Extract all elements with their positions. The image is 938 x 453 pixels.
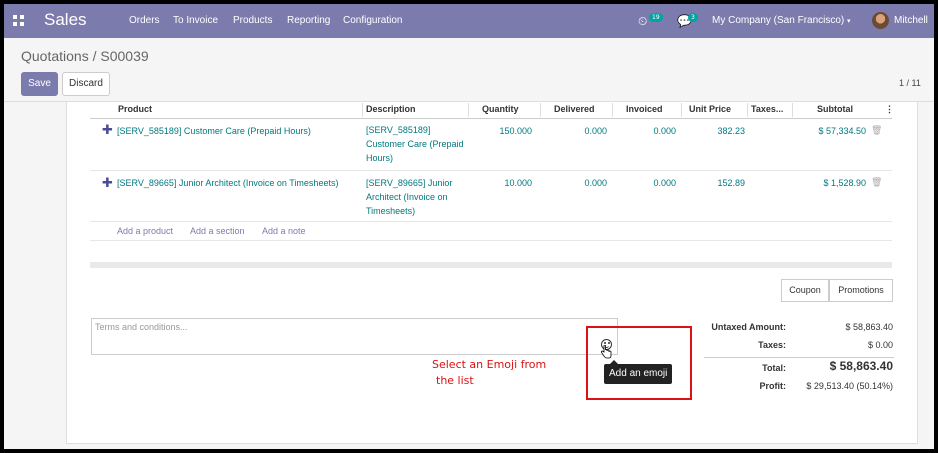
app-name[interactable]: Sales xyxy=(44,10,87,30)
annotation-text-line1: Select an Emoji from xyxy=(432,358,547,371)
top-navbar: Sales Orders To Invoice Products Reporti… xyxy=(4,4,934,38)
company-switcher[interactable]: My Company (San Francisco) ▾ xyxy=(712,15,851,26)
caret-down-icon: ▾ xyxy=(847,18,851,25)
apps-menu-icon[interactable] xyxy=(13,15,25,27)
discard-button[interactable]: Discard xyxy=(62,72,110,96)
col-header-quantity[interactable]: Quantity xyxy=(482,104,519,114)
row-quantity[interactable]: 150.000 xyxy=(474,126,532,136)
row-invoiced: 0.000 xyxy=(653,126,676,136)
company-name: My Company (San Francisco) xyxy=(712,15,845,26)
menu-to-invoice[interactable]: To Invoice xyxy=(173,15,218,26)
drag-handle-icon[interactable]: ✚ xyxy=(102,176,113,191)
taxes-value: $ 0.00 xyxy=(867,340,893,350)
menu-configuration[interactable]: Configuration xyxy=(343,15,402,26)
row-subtotal: $ 57,334.50 xyxy=(818,126,866,136)
add-product-link[interactable]: Add a product xyxy=(117,226,173,236)
col-header-invoiced[interactable]: Invoiced xyxy=(626,104,663,114)
row-invoiced: 0.000 xyxy=(653,178,676,188)
terms-conditions-field[interactable]: Terms and conditions... xyxy=(91,318,618,355)
annotation-highlight-box xyxy=(586,326,692,400)
row-description[interactable]: [SERV_89665] Junior Architect (Invoice o… xyxy=(366,176,466,218)
row-delivered[interactable]: 0.000 xyxy=(549,178,607,188)
profit-value: $ 29,513.40 (50.14%) xyxy=(806,381,893,391)
taxes-label: Taxes: xyxy=(758,340,786,350)
column-separator xyxy=(468,103,469,117)
row-delivered[interactable]: 0.000 xyxy=(549,126,607,136)
column-separator xyxy=(362,103,363,117)
totals-divider xyxy=(704,357,894,358)
activity-clock-icon[interactable]: ⏲ xyxy=(638,14,647,29)
add-emoji-tooltip: Add an emoji xyxy=(604,360,673,384)
column-separator xyxy=(681,103,682,117)
pager-value[interactable]: 1 / 11 xyxy=(899,78,921,88)
activity-count-badge: 19 xyxy=(649,13,663,22)
total-value: $ 58,863.40 xyxy=(829,359,893,373)
divider xyxy=(90,240,892,241)
add-section-link[interactable]: Add a section xyxy=(190,226,245,236)
column-separator xyxy=(792,103,793,117)
row-subtotal: $ 1,528.90 xyxy=(823,178,866,188)
row-product[interactable]: [SERV_89665] Junior Architect (Invoice o… xyxy=(117,178,338,188)
app-window: Sales Orders To Invoice Products Reporti… xyxy=(4,4,934,449)
trash-icon[interactable]: 🗑 xyxy=(871,126,882,136)
total-label: Total: xyxy=(762,363,786,373)
trash-icon[interactable]: 🗑 xyxy=(871,178,882,188)
col-header-unit-price[interactable]: Unit Price xyxy=(689,104,731,114)
annotation-text-line2: the list xyxy=(436,374,474,387)
column-separator xyxy=(747,103,748,117)
user-avatar[interactable] xyxy=(872,12,889,29)
hand-pointer-cursor-icon xyxy=(600,345,612,359)
user-name[interactable]: Mitchell xyxy=(894,15,928,26)
untaxed-amount-value: $ 58,863.40 xyxy=(845,322,893,332)
col-header-subtotal[interactable]: Subtotal xyxy=(817,104,853,114)
row-unit-price[interactable]: 382.23 xyxy=(687,126,745,136)
messages-count-badge: 3 xyxy=(688,13,698,22)
column-options-icon[interactable]: ⋮ xyxy=(885,104,894,115)
column-separator xyxy=(540,103,541,117)
untaxed-amount-label: Untaxed Amount: xyxy=(711,322,786,332)
save-button[interactable]: Save xyxy=(21,72,58,96)
menu-reporting[interactable]: Reporting xyxy=(287,15,330,26)
row-unit-price[interactable]: 152.89 xyxy=(687,178,745,188)
add-note-link[interactable]: Add a note xyxy=(262,226,306,236)
coupon-button[interactable]: Coupon xyxy=(781,279,829,302)
drag-handle-icon[interactable]: ✚ xyxy=(102,123,113,138)
col-header-taxes[interactable]: Taxes... xyxy=(751,104,783,114)
col-header-delivered[interactable]: Delivered xyxy=(554,104,595,114)
column-separator xyxy=(612,103,613,117)
col-header-product[interactable]: Product xyxy=(118,104,152,114)
row-description[interactable]: [SERV_585189] Customer Care (Prepaid Hou… xyxy=(366,123,466,165)
row-quantity[interactable]: 10.000 xyxy=(474,178,532,188)
menu-orders[interactable]: Orders xyxy=(129,15,160,26)
col-header-description[interactable]: Description xyxy=(366,104,416,114)
breadcrumb[interactable]: Quotations / S00039 xyxy=(21,48,149,64)
table-footer-band xyxy=(90,262,892,268)
profit-label: Profit: xyxy=(759,381,787,391)
menu-products[interactable]: Products xyxy=(233,15,272,26)
promotions-button[interactable]: Promotions xyxy=(829,279,893,302)
row-product[interactable]: [SERV_585189] Customer Care (Prepaid Hou… xyxy=(117,126,311,136)
